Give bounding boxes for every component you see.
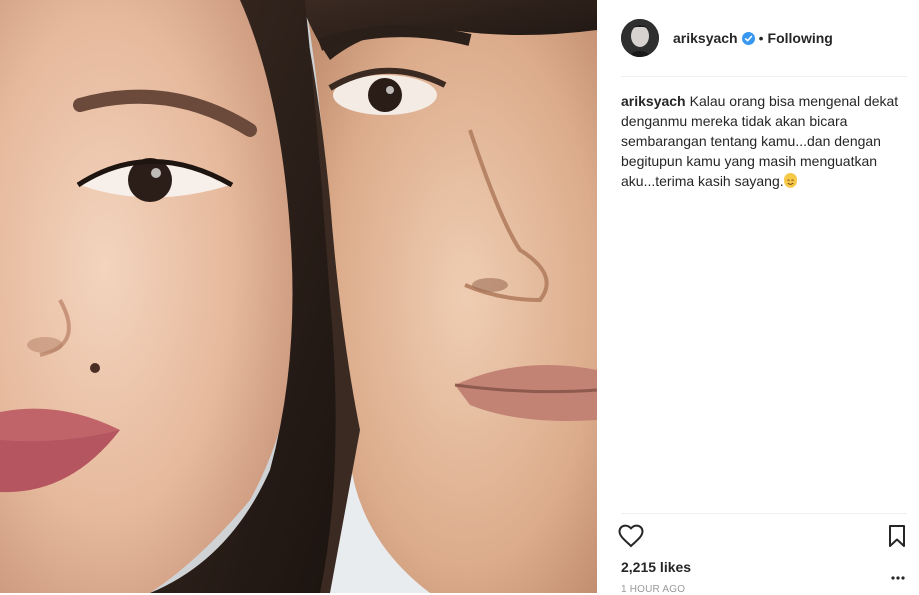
post-timestamp: 1 HOUR AGO xyxy=(621,584,686,595)
post-header: ariksyach • Following xyxy=(597,0,919,76)
header-username[interactable]: ariksyach xyxy=(673,30,738,46)
following-button[interactable]: Following xyxy=(768,30,833,46)
avatar-image xyxy=(621,19,659,57)
instagram-post: ariksyach • Following ariksyach Kalau ora… xyxy=(0,0,919,595)
caption-username[interactable]: ariksyach xyxy=(621,93,686,109)
likes-count[interactable]: 2,215 likes xyxy=(621,559,691,575)
smiling-face-emoji-icon xyxy=(783,173,797,188)
header-separator: • xyxy=(758,30,764,46)
selfie-image xyxy=(0,0,597,593)
heart-icon[interactable] xyxy=(618,524,644,548)
header-divider xyxy=(621,76,907,77)
post-photo[interactable] xyxy=(0,0,597,593)
post-sidebar: ariksyach • Following ariksyach Kalau ora… xyxy=(597,0,919,595)
verified-badge-icon xyxy=(741,31,755,45)
bookmark-icon[interactable] xyxy=(887,524,907,548)
avatar[interactable] xyxy=(621,19,659,57)
post-caption: ariksyach Kalau orang bisa mengenal dekat… xyxy=(621,91,901,191)
more-options-icon[interactable] xyxy=(891,568,905,580)
actions-divider xyxy=(621,513,907,514)
